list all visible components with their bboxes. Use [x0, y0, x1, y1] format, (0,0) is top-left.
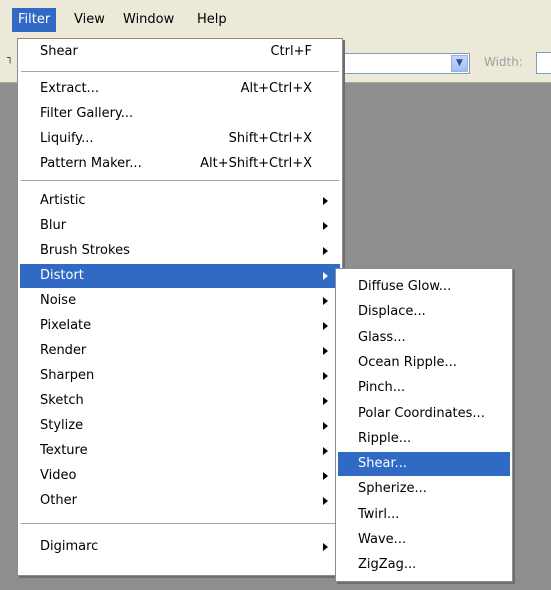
menu-item-label: Spherize... [358, 481, 427, 497]
distort-submenu: Diffuse Glow... Displace... Glass... Ocean … [335, 268, 513, 582]
submenu-arrow-icon [323, 447, 328, 455]
submenu-arrow-icon [323, 197, 328, 205]
submenu-arrow-icon [323, 272, 328, 280]
distort-item-wave[interactable]: Wave... [338, 528, 510, 552]
menu-item-label: Digimarc [40, 539, 99, 554]
menu-item-label: Brush Strokes [40, 243, 130, 258]
submenu-arrow-icon [323, 472, 328, 480]
distort-item-zigzag[interactable]: ZigZag... [338, 553, 510, 577]
filter-menu-item-sharpen[interactable]: Sharpen [20, 364, 340, 388]
menu-item-label: Render [40, 343, 87, 358]
menu-item-label: Glass... [358, 329, 406, 345]
menu-bar: Filter View Window Help [0, 0, 551, 39]
filter-menu-item-stylize[interactable]: Stylize [20, 414, 340, 438]
menu-item-label: Filter Gallery... [40, 106, 134, 121]
menu-item-label: Video [40, 468, 77, 483]
submenu-arrow-icon [323, 322, 328, 330]
menu-item-shortcut: Alt+Shift+Ctrl+X [200, 156, 312, 171]
distort-item-diffuse-glow[interactable]: Diffuse Glow... [338, 275, 510, 299]
menu-item-label: Texture [40, 443, 88, 458]
menu-item-label: Pixelate [40, 318, 92, 333]
menu-item-label: ZigZag... [358, 557, 417, 573]
submenu-arrow-icon [323, 497, 328, 505]
filter-menu-item-noise[interactable]: Noise [20, 289, 340, 313]
distort-item-polar-coordinates[interactable]: Polar Coordinates... [338, 402, 510, 426]
menu-item-label: Distort [40, 268, 84, 283]
style-dropdown[interactable]: ▼ [338, 53, 470, 74]
distort-item-ocean-ripple[interactable]: Ocean Ripple... [338, 351, 510, 375]
distort-item-twirl[interactable]: Twirl... [338, 503, 510, 527]
options-bar-tick: ┐ [7, 53, 14, 64]
menu-item-label: Extract... [40, 81, 99, 96]
menu-help[interactable]: Help [191, 8, 233, 32]
menu-item-label: Sketch [40, 393, 84, 408]
menu-item-label: Pattern Maker... [40, 156, 142, 171]
menu-item-label: Sharpen [40, 368, 95, 383]
submenu-arrow-icon [323, 422, 328, 430]
menu-item-label: Noise [40, 293, 77, 308]
menu-item-label: Shear... [358, 456, 408, 472]
filter-menu-item-distort[interactable]: Distort [20, 264, 340, 288]
filter-menu-item-artistic[interactable]: Artistic [20, 189, 340, 213]
app-window: Filter View Window Help ┐ ▼ Width: Shear… [0, 0, 551, 590]
filter-menu-item-sketch[interactable]: Sketch [20, 389, 340, 413]
distort-item-glass[interactable]: Glass... [338, 326, 510, 350]
menu-item-label: Pinch... [358, 380, 406, 396]
menu-separator [21, 523, 339, 524]
menu-item-shortcut: Shift+Ctrl+X [228, 131, 312, 146]
filter-menu: Shear Ctrl+F Extract... Alt+Ctrl+X Filter Ga… [17, 38, 343, 576]
width-label: Width: [484, 55, 523, 69]
submenu-arrow-icon [323, 372, 328, 380]
submenu-arrow-icon [323, 347, 328, 355]
menu-item-label: Stylize [40, 418, 84, 433]
filter-menu-item-brush-strokes[interactable]: Brush Strokes [20, 239, 340, 263]
submenu-arrow-icon [323, 222, 328, 230]
menu-separator [21, 71, 339, 72]
menu-separator [21, 180, 339, 181]
menu-item-label: Ocean Ripple... [358, 354, 457, 370]
submenu-arrow-icon [323, 297, 328, 305]
width-input[interactable] [536, 52, 551, 74]
filter-menu-item-render[interactable]: Render [20, 339, 340, 363]
filter-menu-item-extract[interactable]: Extract... Alt+Ctrl+X [20, 77, 340, 101]
menu-item-shortcut: Alt+Ctrl+X [240, 81, 312, 96]
submenu-arrow-icon [323, 397, 328, 405]
menu-item-label: Shear [40, 44, 78, 59]
menu-item-label: Blur [40, 218, 67, 233]
menu-item-label: Ripple... [358, 430, 412, 446]
distort-item-shear[interactable]: Shear... [338, 452, 510, 477]
filter-menu-item-shear[interactable]: Shear Ctrl+F [20, 40, 340, 64]
menu-item-label: Displace... [358, 304, 426, 320]
filter-menu-item-digimarc[interactable]: Digimarc [20, 535, 340, 559]
distort-item-displace[interactable]: Displace... [338, 300, 510, 324]
menu-item-label: Liquify... [40, 131, 94, 146]
menu-item-shortcut: Ctrl+F [270, 44, 312, 59]
menu-item-label: Diffuse Glow... [358, 279, 452, 294]
menu-item-label: Twirl... [358, 506, 400, 522]
menu-item-label: Wave... [358, 532, 407, 547]
filter-menu-item-video[interactable]: Video [20, 464, 340, 488]
distort-item-spherize[interactable]: Spherize... [338, 477, 510, 501]
menu-view[interactable]: View [68, 8, 111, 32]
menu-item-label: Artistic [40, 193, 86, 208]
filter-menu-item-liquify[interactable]: Liquify... Shift+Ctrl+X [20, 127, 340, 151]
menu-filter[interactable]: Filter [12, 8, 57, 32]
menu-window[interactable]: Window [117, 8, 180, 32]
filter-menu-item-blur[interactable]: Blur [20, 214, 340, 238]
chevron-down-icon[interactable]: ▼ [451, 55, 468, 72]
distort-item-ripple[interactable]: Ripple... [338, 427, 510, 451]
filter-menu-item-other[interactable]: Other [20, 489, 340, 513]
menu-item-label: Polar Coordinates... [358, 405, 485, 421]
submenu-arrow-icon [323, 247, 328, 255]
filter-menu-item-filter-gallery[interactable]: Filter Gallery... [20, 102, 340, 126]
filter-menu-item-pattern-maker[interactable]: Pattern Maker... Alt+Shift+Ctrl+X [20, 152, 340, 176]
submenu-arrow-icon [323, 543, 328, 551]
distort-item-pinch[interactable]: Pinch... [338, 376, 510, 400]
menu-item-label: Other [40, 493, 77, 508]
filter-menu-item-pixelate[interactable]: Pixelate [20, 314, 340, 338]
filter-menu-item-texture[interactable]: Texture [20, 439, 340, 463]
